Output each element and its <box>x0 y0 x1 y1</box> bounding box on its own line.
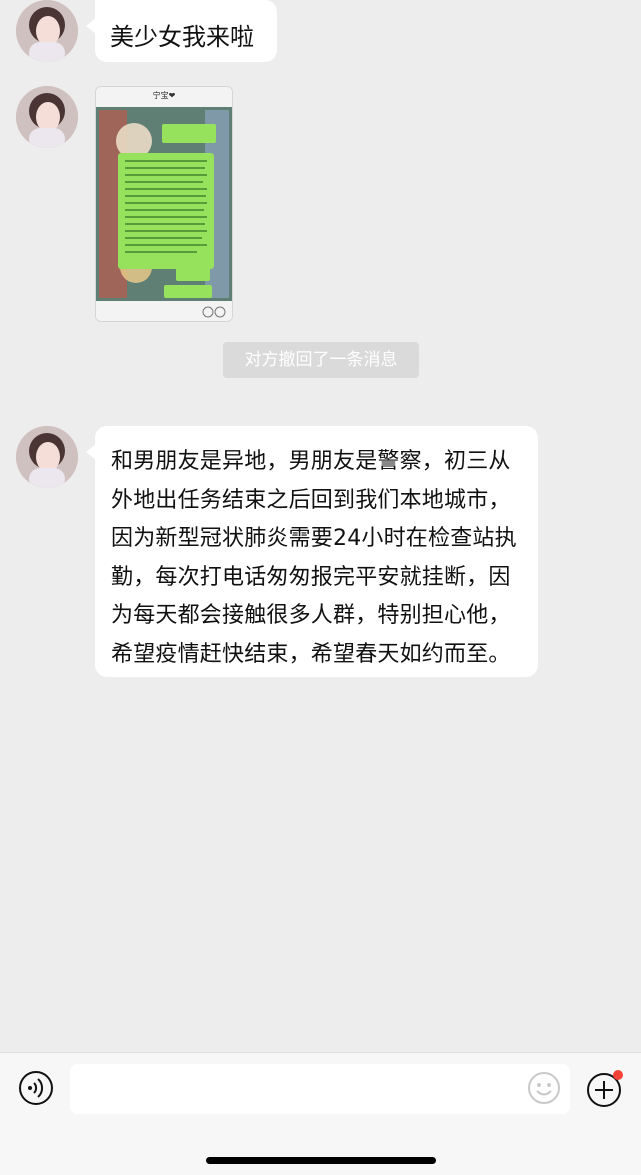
more-button[interactable] <box>586 1070 624 1108</box>
recall-notice: 对方撤回了一条消息 <box>223 342 419 378</box>
emoji-button[interactable] <box>526 1070 562 1106</box>
thumbnail-chat-name: 宁宝❤ <box>152 91 176 100</box>
notification-dot <box>613 1070 623 1080</box>
message-text: 和男朋友是异地，男朋友是警察，初三从外地出任务结束之后回到我们本地城市，因为新型… <box>111 449 517 667</box>
message-bubble[interactable]: 美少女我来啦 <box>86 0 277 62</box>
voice-button[interactable] <box>18 1070 54 1106</box>
avatar-image <box>16 0 78 62</box>
home-indicator <box>206 1157 436 1164</box>
avatar[interactable] <box>16 0 78 62</box>
avatar-image <box>16 426 78 488</box>
chat-screenshot-image <box>96 87 232 321</box>
avatar[interactable] <box>16 426 78 488</box>
message-input[interactable] <box>70 1064 570 1114</box>
avatar-image <box>16 86 78 148</box>
voice-icon <box>19 1071 53 1105</box>
message-text: 美少女我来啦 <box>110 23 254 51</box>
chat-input-toolbar <box>0 1052 641 1175</box>
image-message[interactable]: 宁宝❤ <box>95 86 233 322</box>
emoji-icon <box>528 1072 560 1104</box>
message-bubble[interactable]: 和男朋友是异地，男朋友是警察，初三从外地出任务结束之后回到我们本地城市，因为新型… <box>86 426 538 677</box>
avatar[interactable] <box>16 86 78 148</box>
